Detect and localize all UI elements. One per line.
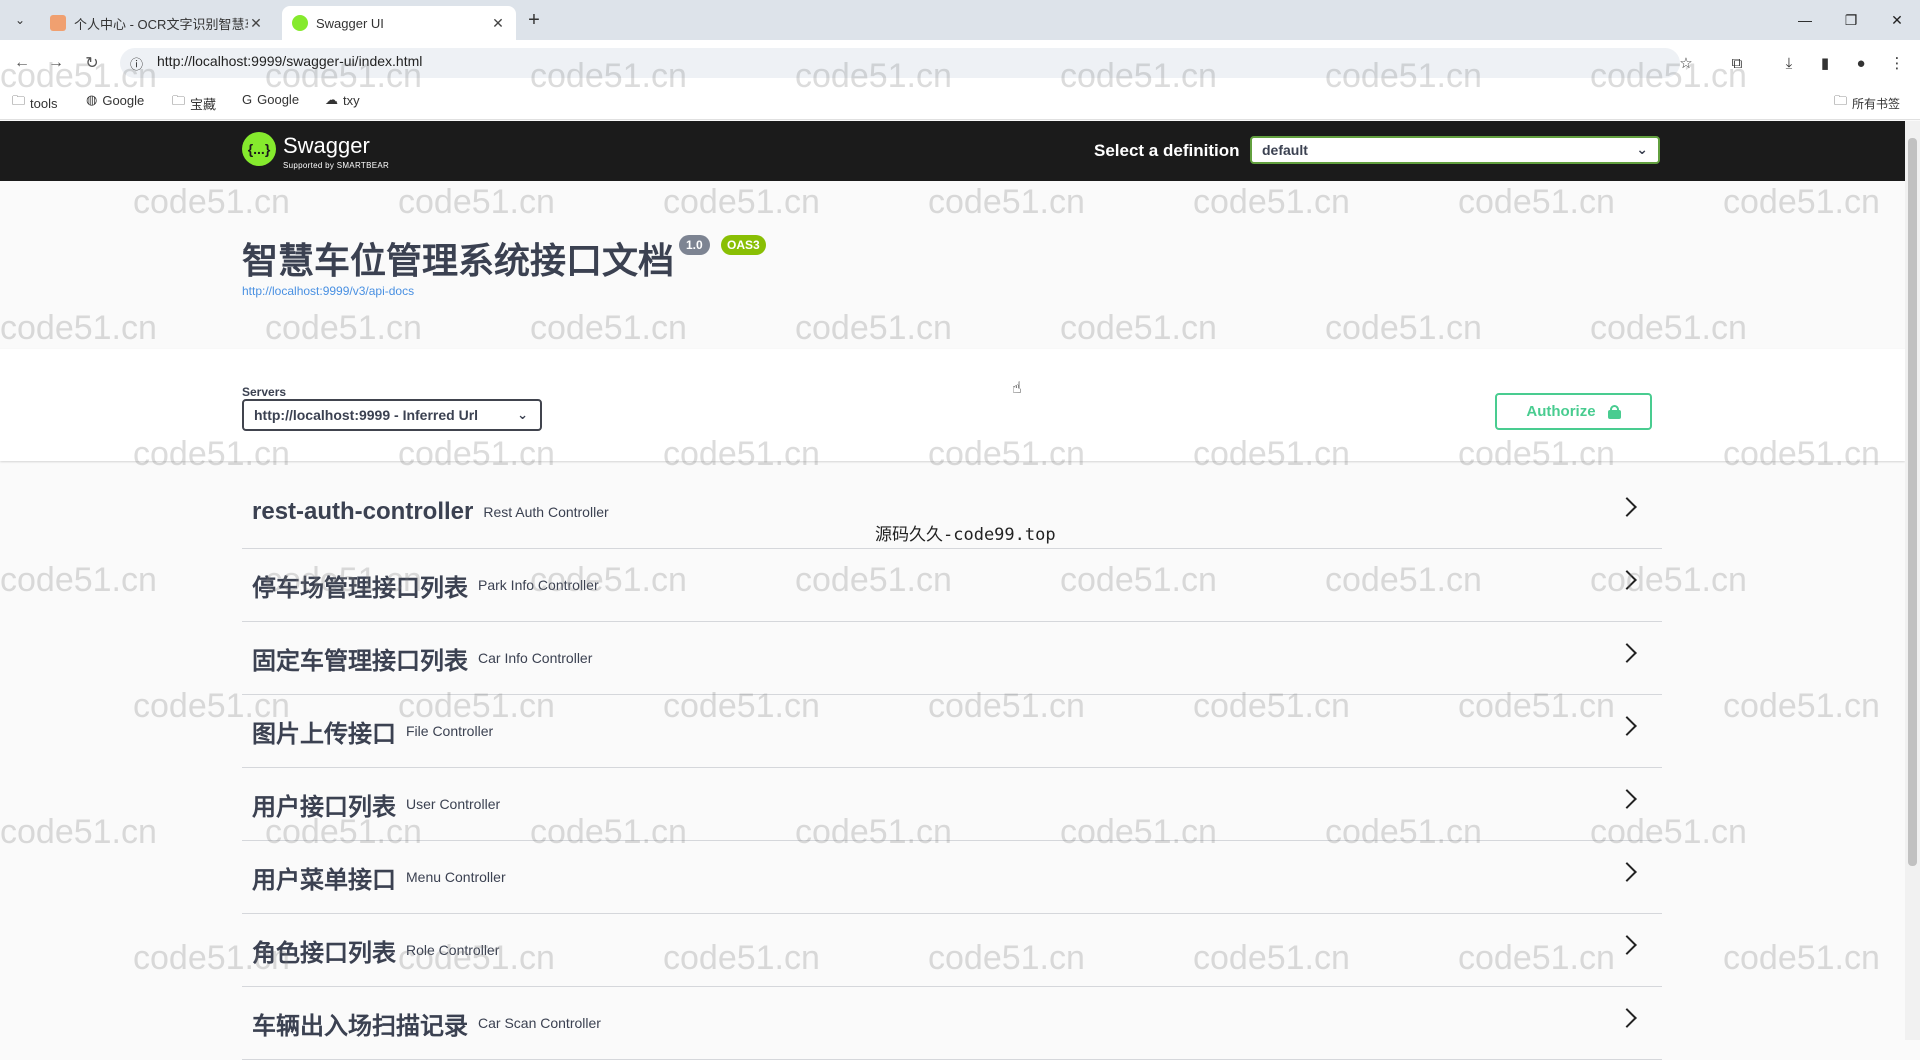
favicon-icon — [50, 15, 66, 31]
extensions-icon[interactable]: ⧉ — [1726, 52, 1748, 74]
globe-icon: ◍ — [86, 92, 98, 107]
api-docs-link[interactable]: http://localhost:9999/v3/api-docs — [242, 284, 414, 298]
definition-value: default — [1262, 142, 1308, 158]
new-tab-icon[interactable]: + — [522, 8, 546, 32]
folder-icon: 🗀 — [172, 93, 186, 108]
cloud-icon: ☁ — [325, 92, 338, 107]
chevron-right-icon[interactable] — [1617, 789, 1637, 809]
authorize-label: Authorize — [1526, 403, 1596, 420]
bookmark-label: tools — [30, 95, 58, 111]
tag-row[interactable]: 角色接口列表 Role Controller — [242, 914, 1662, 987]
bookmark-treasure[interactable]: 🗀 宝藏 — [172, 92, 216, 114]
bookmark-txy[interactable]: ☁ txy — [325, 92, 360, 108]
folder-icon: 🗀 — [12, 93, 26, 108]
bookmark-label: 所有书签 — [1852, 96, 1901, 111]
chevron-down-icon: ⌄ — [1636, 141, 1648, 157]
swagger-logo-icon[interactable]: {...} — [242, 132, 276, 166]
restore-icon[interactable]: ❐ — [1828, 0, 1874, 40]
chevron-right-icon[interactable] — [1617, 862, 1637, 882]
all-bookmarks[interactable]: 🗀 所有书签 — [1834, 92, 1900, 114]
forward-icon[interactable]: → — [44, 51, 68, 75]
tag-name: 固定车管理接口列表 — [252, 647, 468, 675]
chevron-right-icon[interactable] — [1617, 1008, 1637, 1028]
tag-description: Park Info Controller — [478, 577, 599, 593]
tag-name: 用户菜单接口 — [252, 866, 396, 894]
tag-row[interactable]: 停车场管理接口列表 Park Info Controller — [242, 549, 1662, 622]
menu-icon[interactable]: ⋮ — [1886, 52, 1908, 74]
tag-description: Menu Controller — [406, 869, 506, 885]
side-panel-icon[interactable]: ▮ — [1814, 52, 1836, 74]
page-title: 智慧车位管理系统接口文档 — [242, 240, 675, 281]
overlay-watermark-text: 源码久久-code99.top — [875, 525, 1056, 545]
tab-ocr[interactable]: 个人中心 - OCR文字识别智慧车位 ✕ — [40, 6, 274, 40]
tag-row[interactable]: 用户接口列表 User Controller — [242, 768, 1662, 841]
chevron-right-icon[interactable] — [1617, 716, 1637, 736]
watermark-text: code51.cn — [0, 561, 157, 599]
window-close-icon[interactable]: ✕ — [1874, 0, 1920, 40]
tag-name: 角色接口列表 — [252, 939, 396, 967]
tag-description: User Controller — [406, 796, 501, 812]
chevron-down-icon: ⌄ — [517, 407, 528, 422]
lock-icon — [1607, 404, 1621, 419]
bookmark-google-2[interactable]: G Google — [242, 92, 299, 107]
tag-description: Car Info Controller — [478, 650, 593, 666]
site-info-icon[interactable]: ⓘ — [130, 54, 143, 73]
server-value: http://localhost:9999 - Inferred Url — [254, 407, 479, 423]
tag-name: 车辆出入场扫描记录 — [252, 1012, 468, 1040]
chevron-right-icon[interactable] — [1617, 497, 1637, 517]
swagger-logo-subtitle: Supported by SMARTBEAR — [283, 161, 390, 170]
bookmark-tools[interactable]: 🗀 tools — [12, 92, 57, 114]
tag-description: File Controller — [406, 723, 494, 739]
google-icon: G — [242, 92, 253, 107]
download-icon[interactable]: ⤓ — [1778, 52, 1800, 74]
version-badge: 1.0 — [679, 235, 710, 255]
folder-icon: 🗀 — [1834, 93, 1848, 108]
swagger-logo-text[interactable]: Swagger — [283, 133, 370, 159]
watermark-text: code51.cn — [0, 813, 157, 851]
bookmark-label: txy — [343, 92, 360, 108]
mouse-cursor-icon: ☝ — [1012, 380, 1022, 397]
minimize-icon[interactable]: — — [1782, 0, 1828, 40]
tag-row[interactable]: 用户菜单接口 Menu Controller — [242, 841, 1662, 914]
tab-title: 个人中心 - OCR文字识别智慧车位 — [74, 16, 248, 32]
watermark-text: code51.cn — [1723, 687, 1880, 725]
chevron-right-icon[interactable] — [1617, 643, 1637, 663]
tag-name: 用户接口列表 — [252, 793, 396, 821]
url-text[interactable]: http://localhost:9999/swagger-ui/index.h… — [157, 53, 422, 69]
tag-name: 图片上传接口 — [252, 720, 396, 748]
servers-select[interactable]: http://localhost:9999 - Inferred Url ⌄ — [242, 399, 542, 431]
tag-name: rest-auth-controller — [252, 498, 474, 525]
select-definition-label: Select a definition — [1094, 141, 1240, 160]
tag-description: Role Controller — [406, 942, 500, 958]
bookmark-google-1[interactable]: ◍ Google — [86, 92, 144, 108]
back-icon[interactable]: ← — [10, 51, 34, 75]
tag-description: Rest Auth Controller — [483, 504, 609, 520]
watermark-text: code51.cn — [1723, 939, 1880, 977]
chevron-right-icon[interactable] — [1617, 570, 1637, 590]
definition-select[interactable]: default ⌄ — [1250, 136, 1660, 164]
reload-icon[interactable]: ↻ — [80, 51, 104, 75]
favicon-icon — [292, 15, 308, 31]
servers-label: Servers — [242, 385, 287, 399]
tab-title: Swagger UI — [316, 15, 384, 31]
close-icon[interactable]: ✕ — [248, 15, 264, 32]
chevron-right-icon[interactable] — [1617, 935, 1637, 955]
close-icon[interactable]: ✕ — [490, 15, 506, 32]
tag-name: 停车场管理接口列表 — [252, 574, 468, 602]
tag-row[interactable]: 固定车管理接口列表 Car Info Controller — [242, 622, 1662, 695]
bookmark-star-icon[interactable]: ☆ — [1675, 52, 1697, 74]
tab-search-icon[interactable]: ⌄ — [8, 8, 32, 32]
bookmark-label: 宝藏 — [190, 96, 217, 112]
scrollbar-thumb[interactable] — [1908, 138, 1917, 866]
authorize-button[interactable]: Authorize — [1495, 393, 1652, 430]
oas-badge: OAS3 — [721, 235, 766, 255]
bookmark-label: Google — [257, 92, 300, 107]
tag-row[interactable]: 车辆出入场扫描记录 Car Scan Controller — [242, 987, 1662, 1060]
tag-row[interactable]: 图片上传接口 File Controller — [242, 695, 1662, 768]
tab-swagger[interactable]: Swagger UI ✕ — [282, 6, 516, 40]
bookmark-label: Google — [102, 92, 145, 108]
tag-description: Car Scan Controller — [478, 1015, 601, 1031]
profile-icon[interactable]: ● — [1850, 52, 1872, 74]
